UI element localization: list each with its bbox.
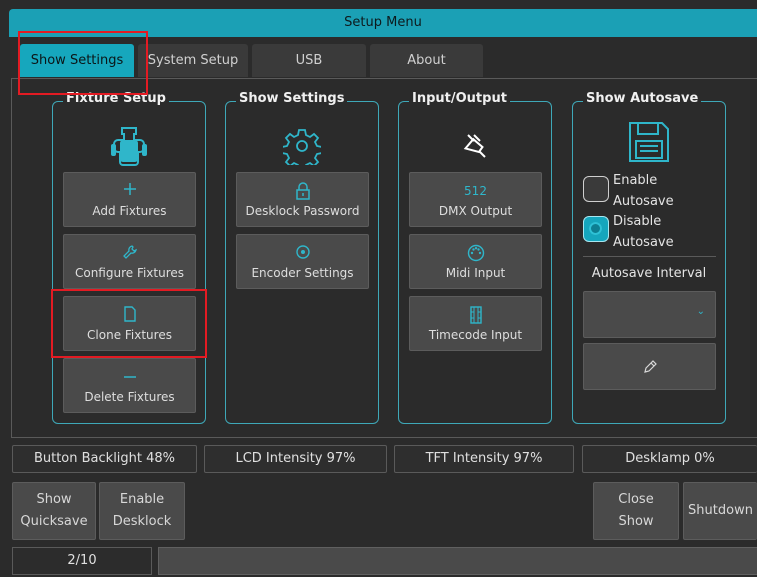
button-label-line2: Quicksave (20, 514, 88, 529)
fixture-setup-panel: Fixture Setup Add Fixtures Configure Fix… (52, 91, 206, 424)
encoder-icon (237, 244, 368, 262)
panel-title: Show Autosave (583, 91, 702, 106)
lock-icon (237, 182, 368, 200)
autosave-interval-dropdown[interactable]: ⌄ (583, 291, 716, 338)
shutdown-button[interactable]: Shutdown (683, 482, 757, 540)
add-fixtures-button[interactable]: Add Fixtures (63, 172, 196, 227)
edit-interval-button[interactable] (583, 343, 716, 390)
disable-autosave-radio[interactable] (583, 216, 609, 242)
plus-icon (64, 182, 195, 200)
delete-fixtures-button[interactable]: Delete Fixtures (63, 358, 196, 413)
dmx-512-label: 512 (464, 184, 487, 198)
panel-title: Input/Output (409, 91, 510, 106)
midi-input-button[interactable]: Midi Input (409, 234, 542, 289)
show-autosave-panel: Show Autosave Enable Autosave Disable Au… (572, 91, 726, 424)
floppy-disk-icon (573, 122, 725, 162)
tft-intensity-status[interactable]: TFT Intensity 97% (394, 445, 574, 473)
input-output-panel: Input/Output 512 DMX Output Midi Input T… (398, 91, 552, 424)
button-label: Configure Fixtures (74, 266, 185, 280)
button-label-line1: Enable (119, 492, 165, 507)
fixture-icon (53, 126, 205, 166)
show-settings-panel: Show Settings Desklock Password Encoder … (225, 91, 379, 424)
tab-show-settings[interactable]: Show Settings (20, 44, 134, 77)
desklamp-status[interactable]: Desklamp 0% (582, 445, 757, 473)
tab-about[interactable]: About (370, 44, 483, 77)
enable-autosave-label-line1: Enable (613, 173, 658, 188)
setup-screen: Setup Menu Show Settings System Setup US… (0, 0, 757, 577)
panel-title: Fixture Setup (63, 91, 169, 106)
minus-icon (64, 368, 195, 386)
enable-autosave-radio[interactable] (583, 176, 609, 202)
tab-system-setup[interactable]: System Setup (138, 44, 248, 77)
clone-fixtures-button[interactable]: Clone Fixtures (63, 296, 196, 351)
configure-fixtures-button[interactable]: Configure Fixtures (63, 234, 196, 289)
lcd-intensity-status[interactable]: LCD Intensity 97% (204, 445, 387, 473)
timecode-input-button[interactable]: Timecode Input (409, 296, 542, 351)
show-quicksave-button[interactable]: Show Quicksave (12, 482, 96, 540)
tab-usb[interactable]: USB (252, 44, 366, 77)
button-label: Midi Input (445, 266, 506, 280)
panel-title: Show Settings (236, 91, 348, 106)
dmx-output-button[interactable]: 512 DMX Output (409, 172, 542, 227)
enable-autosave-label-line2: Autosave (613, 194, 674, 209)
page-scroll-bar[interactable] (158, 547, 757, 575)
button-label: Add Fixtures (92, 204, 167, 218)
button-label-line2: Show (618, 514, 654, 529)
button-label: Clone Fixtures (87, 328, 172, 342)
wrench-icon (64, 244, 195, 262)
disable-autosave-label-line2: Autosave (613, 235, 674, 250)
pencil-icon (584, 359, 715, 375)
disable-autosave-label-line1: Disable (613, 214, 662, 229)
button-label: Timecode Input (428, 328, 523, 342)
button-backlight-status[interactable]: Button Backlight 48% (12, 445, 197, 473)
button-label-line2: Desklock (112, 514, 172, 529)
button-label-line1: Close (618, 492, 654, 507)
chevron-down-icon: ⌄ (696, 306, 705, 317)
button-label: Desklock Password (245, 204, 360, 218)
close-show-button[interactable]: Close Show (593, 482, 679, 540)
enable-desklock-button[interactable]: Enable Desklock (99, 482, 185, 540)
button-label: DMX Output (438, 204, 513, 218)
midi-icon (410, 244, 541, 262)
plug-icon (399, 126, 551, 166)
desklock-password-button[interactable]: Desklock Password (236, 172, 369, 227)
button-label-line1: Show (36, 492, 72, 507)
button-label: Encoder Settings (251, 266, 354, 280)
page-indicator: 2/10 (12, 547, 152, 575)
window-title: Setup Menu (9, 9, 757, 37)
gear-icon (226, 126, 378, 166)
encoder-settings-button[interactable]: Encoder Settings (236, 234, 369, 289)
button-label: Delete Fixtures (84, 390, 175, 404)
document-icon (64, 306, 195, 324)
divider (583, 256, 716, 257)
autosave-interval-label: Autosave Interval (591, 266, 707, 281)
film-icon (410, 306, 541, 324)
